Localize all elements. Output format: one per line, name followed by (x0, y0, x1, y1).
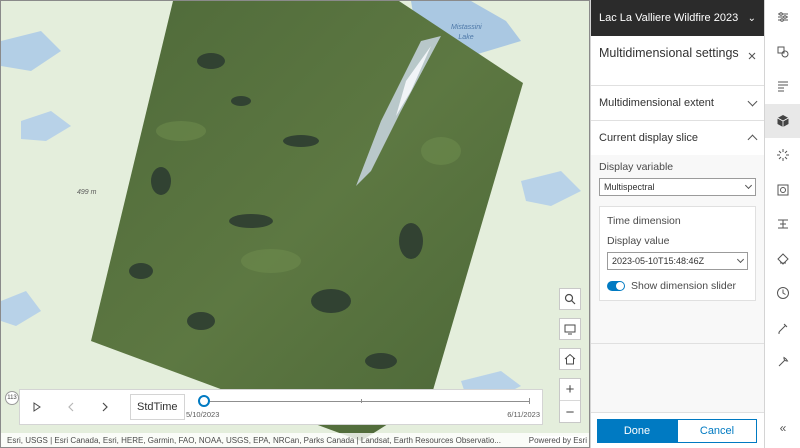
elevation-label: 499 m (77, 189, 97, 196)
previous-button[interactable] (54, 390, 88, 424)
properties-button[interactable] (765, 0, 800, 35)
collapse-button[interactable]: « (765, 416, 800, 440)
panel-footer: Done Cancel (591, 412, 765, 448)
tools-icon (778, 356, 789, 367)
display-variable-value: Multispectral (604, 182, 655, 192)
chevron-down-icon (736, 255, 745, 264)
done-button[interactable]: Done (597, 418, 677, 443)
home-button[interactable] (559, 348, 581, 370)
time-slider: StdTime 5/10/2023 6/11/2023 (19, 389, 543, 425)
time-dimension-label: Time dimension (607, 215, 681, 227)
display-variable-label: Display variable (599, 161, 674, 173)
slice-label: Current display slice (599, 132, 699, 144)
zoom-controls: + − (559, 378, 581, 423)
home-icon (564, 353, 576, 365)
play-icon (33, 402, 41, 412)
fields-button[interactable] (765, 69, 800, 104)
slice-body: Display variable Multispectral Time dime… (591, 155, 764, 343)
show-slider-row: Show dimension slider (607, 280, 748, 292)
action-bar: « (764, 0, 800, 448)
show-slider-toggle[interactable] (607, 281, 625, 291)
chevron-down-icon: ⌄ (747, 12, 756, 24)
zoom-in-button[interactable]: + (560, 379, 580, 401)
previous-icon (68, 402, 74, 412)
display-value: 2023-05-10T15:48:46Z (612, 256, 705, 266)
multidimensional-icon (777, 114, 789, 127)
attribution-text: Esri, USGS | Esri Canada, Esri, HERE, Ga… (7, 436, 501, 445)
slice-section: Current display slice Display variable M… (591, 121, 764, 344)
slice-header[interactable]: Current display slice (591, 121, 764, 155)
search-button[interactable] (559, 288, 581, 310)
basemap (1, 1, 589, 447)
show-slider-label: Show dimension slider (631, 280, 737, 292)
play-button[interactable] (20, 390, 54, 424)
time-dimension-box: Time dimension Display value 2023-05-10T… (599, 206, 756, 301)
settings-panel: Lac La Valliere Wildfire 2023 ⌄ Multidim… (590, 0, 765, 448)
effects-icon (777, 149, 789, 162)
time-button[interactable] (765, 276, 800, 311)
track-line (206, 401, 530, 402)
time-track[interactable]: 5/10/2023 6/11/2023 (186, 390, 542, 426)
properties-icon (778, 12, 788, 23)
time-slider-thumb[interactable] (198, 395, 210, 407)
track-tick (361, 399, 362, 403)
effects-button[interactable] (765, 138, 800, 173)
extent-label: Multidimensional extent (599, 97, 714, 109)
fullscreen-button[interactable] (559, 318, 581, 340)
display-value-select[interactable]: 2023-05-10T15:48:46Z (607, 252, 748, 270)
layer-header[interactable]: Lac La Valliere Wildfire 2023 ⌄ (591, 0, 764, 36)
display-value-label: Display value (607, 235, 670, 247)
search-icon (564, 293, 576, 305)
extent-section[interactable]: Multidimensional extent (591, 86, 764, 121)
next-button[interactable] (88, 390, 122, 424)
start-date-label: 5/10/2023 (186, 410, 220, 419)
sketch-button[interactable] (765, 311, 800, 346)
tools-button[interactable] (765, 345, 800, 380)
end-date-label: 6/11/2023 (507, 410, 540, 419)
settings-header: Multidimensional settings (591, 36, 764, 86)
fields-icon (778, 81, 788, 92)
configure-pop-ups-button[interactable] (765, 242, 800, 277)
powered-by[interactable]: Powered by Esri (528, 436, 587, 445)
chevron-down-icon (744, 181, 753, 190)
styles-icon (777, 46, 789, 58)
multidimensional-button[interactable] (765, 103, 800, 138)
zoom-out-button[interactable]: − (560, 401, 580, 423)
chevron-down-icon (747, 96, 758, 107)
processing-icon (778, 219, 788, 229)
map-view[interactable]: 499 m Mistassini Lake + − 113 StdTime 5/… (0, 0, 590, 448)
layer-title: Lac La Valliere Wildfire 2023 (599, 12, 739, 24)
configure-pop-ups-icon (777, 253, 789, 265)
time-icon (777, 287, 789, 300)
map-badge: 113 (5, 391, 19, 405)
styles-button[interactable] (765, 35, 800, 70)
close-icon (748, 52, 756, 60)
image-display-icon (777, 184, 789, 196)
chevron-up-icon (747, 134, 758, 145)
screen-icon (564, 324, 576, 335)
lake-label: Mistassini Lake (451, 24, 482, 41)
collapse-icon: « (779, 421, 787, 435)
next-icon (102, 402, 108, 412)
close-button[interactable] (748, 49, 756, 63)
settings-title: Multidimensional settings (599, 46, 739, 60)
time-mode-button[interactable]: StdTime (130, 394, 185, 420)
sketch-icon (778, 323, 788, 334)
cancel-button[interactable]: Cancel (677, 418, 757, 443)
image-display-button[interactable] (765, 173, 800, 208)
track-end-tick (529, 398, 530, 404)
attribution: Esri, USGS | Esri Canada, Esri, HERE, Ga… (1, 433, 589, 447)
processing-button[interactable] (765, 207, 800, 242)
display-variable-select[interactable]: Multispectral (599, 178, 756, 196)
